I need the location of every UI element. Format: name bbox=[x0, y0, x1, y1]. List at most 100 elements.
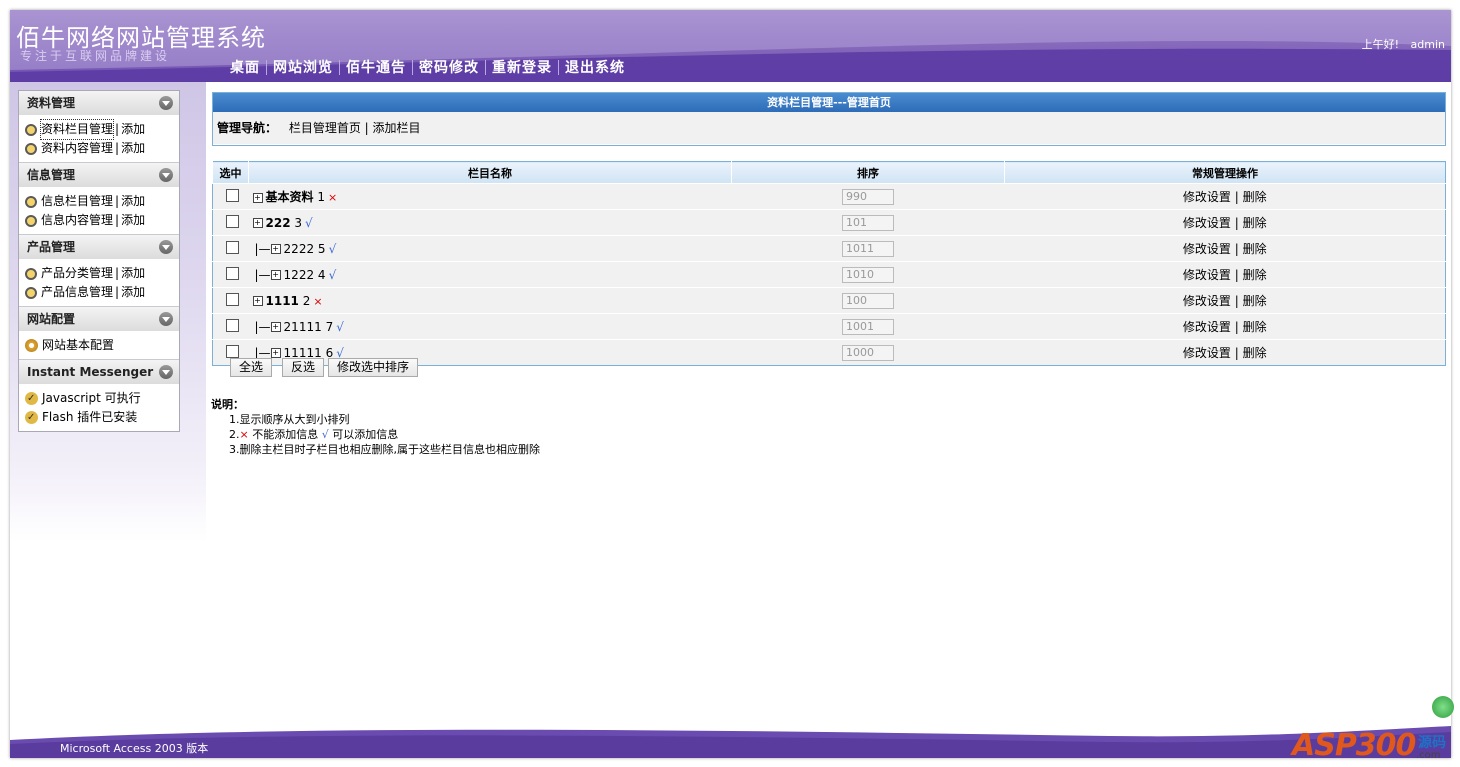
section-body: 产品分类管理 | 添加 产品信息管理 | 添加 bbox=[19, 259, 179, 306]
add-category-link[interactable]: 添加栏目 bbox=[373, 121, 421, 135]
nav-desktop[interactable]: 桌面 bbox=[224, 57, 266, 77]
row-checkbox[interactable] bbox=[226, 214, 239, 228]
row-checkbox[interactable] bbox=[226, 266, 239, 280]
delete-link[interactable]: 删除 bbox=[1243, 190, 1267, 204]
col-ops: 常规管理操作 bbox=[1004, 161, 1446, 184]
nav-change-password[interactable]: 密码修改 bbox=[413, 57, 485, 77]
expand-icon[interactable]: + bbox=[270, 244, 281, 254]
delete-link[interactable]: 删除 bbox=[1243, 294, 1267, 308]
site-config-link[interactable]: 网站基本配置 bbox=[42, 336, 114, 355]
expand-icon[interactable]: + bbox=[270, 348, 281, 358]
table-header: 选中 栏目名称 排序 常规管理操作 bbox=[212, 161, 1446, 184]
ops-cell: 修改设置 | 删除 bbox=[1004, 209, 1446, 236]
table-row: |— +2222 5 √ 1011 修改设置 | 删除 bbox=[212, 235, 1446, 262]
select-all-button[interactable]: 全选 bbox=[230, 358, 273, 377]
order-input[interactable]: 1001 bbox=[842, 318, 894, 335]
sidebar-item-site-config: 网站基本配置 bbox=[25, 336, 179, 355]
expand-icon[interactable]: + bbox=[252, 296, 263, 306]
sidebar-section-info[interactable]: 信息管理 bbox=[19, 162, 179, 187]
row-checkbox[interactable] bbox=[226, 188, 239, 202]
delete-link[interactable]: 删除 bbox=[1243, 242, 1267, 256]
expand-icon[interactable]: + bbox=[270, 270, 281, 280]
collapse-icon[interactable] bbox=[159, 96, 173, 110]
edit-link[interactable]: 修改设置 bbox=[1183, 268, 1231, 282]
section-title: 资料管理 bbox=[27, 96, 76, 110]
watermark-logo: ASP300 bbox=[1292, 728, 1416, 763]
order-input[interactable]: 100 bbox=[842, 292, 894, 309]
check-icon bbox=[25, 389, 38, 408]
section-body: 资料栏目管理 | 添加 资料内容管理 | 添加 bbox=[19, 115, 179, 162]
permission-mark: √ bbox=[328, 267, 337, 282]
invert-selection-button[interactable]: 反选 bbox=[282, 358, 325, 377]
nav-announcements[interactable]: 佰牛通告 bbox=[340, 57, 412, 77]
edit-link[interactable]: 修改设置 bbox=[1183, 346, 1231, 360]
edit-link[interactable]: 修改设置 bbox=[1183, 216, 1231, 230]
collapse-icon[interactable] bbox=[159, 365, 173, 379]
info-category-link[interactable]: 信息栏目管理 bbox=[41, 192, 113, 211]
breadcrumb: 管理导航： 栏目管理首页 | 添加栏目 bbox=[213, 112, 1445, 144]
nav-logout[interactable]: 退出系统 bbox=[559, 57, 631, 77]
notes-title: 说明： bbox=[211, 398, 244, 411]
data-content-add-link[interactable]: 添加 bbox=[121, 139, 145, 158]
delete-link[interactable]: 删除 bbox=[1243, 216, 1267, 230]
row-checkbox[interactable] bbox=[226, 240, 239, 254]
order-input[interactable]: 1011 bbox=[842, 240, 894, 257]
table-row: |— +21111 7 √ 1001 修改设置 | 删除 bbox=[212, 313, 1446, 340]
info-content-add-link[interactable]: 添加 bbox=[121, 211, 145, 230]
delete-link[interactable]: 删除 bbox=[1243, 320, 1267, 334]
order-input[interactable]: 1000 bbox=[842, 344, 894, 361]
ops-cell: 修改设置 | 删除 bbox=[1004, 339, 1446, 366]
update-order-button[interactable]: 修改选中排序 bbox=[328, 358, 419, 377]
expand-icon[interactable]: + bbox=[252, 218, 263, 228]
permission-mark: √ bbox=[336, 319, 344, 334]
delete-link[interactable]: 删除 bbox=[1243, 268, 1267, 282]
sidebar-section-product[interactable]: 产品管理 bbox=[19, 234, 179, 259]
collapse-icon[interactable] bbox=[159, 168, 173, 182]
edit-link[interactable]: 修改设置 bbox=[1183, 320, 1231, 334]
expand-icon[interactable]: + bbox=[252, 192, 263, 203]
product-category-link[interactable]: 产品分类管理 bbox=[41, 264, 113, 283]
edit-link[interactable]: 修改设置 bbox=[1183, 242, 1231, 256]
order-input[interactable]: 101 bbox=[842, 214, 894, 231]
edit-link[interactable]: 修改设置 bbox=[1183, 190, 1231, 204]
check-icon bbox=[25, 408, 38, 427]
row-checkbox[interactable] bbox=[226, 292, 239, 306]
order-input[interactable]: 990 bbox=[842, 188, 894, 205]
sidebar-section-data[interactable]: 资料管理 bbox=[19, 91, 179, 115]
data-category-link[interactable]: 资料栏目管理 bbox=[39, 119, 115, 140]
product-info-add-link[interactable]: 添加 bbox=[121, 283, 145, 302]
data-content-link[interactable]: 资料内容管理 bbox=[41, 139, 113, 158]
name-cell: + 基本资料 1 × bbox=[248, 183, 732, 210]
category-name: 21111 bbox=[283, 319, 322, 334]
row-checkbox[interactable] bbox=[226, 318, 239, 332]
sidebar-item-info-category: 信息栏目管理 | 添加 bbox=[25, 192, 179, 211]
category-id: 5 bbox=[317, 241, 326, 256]
data-category-add-link[interactable]: 添加 bbox=[121, 120, 145, 139]
delete-link[interactable]: 删除 bbox=[1243, 346, 1267, 360]
sidebar-section-config[interactable]: 网站配置 bbox=[19, 306, 179, 331]
nav-relogin[interactable]: 重新登录 bbox=[486, 57, 558, 77]
info-content-link[interactable]: 信息内容管理 bbox=[41, 211, 113, 230]
product-category-add-link[interactable]: 添加 bbox=[121, 264, 145, 283]
edit-link[interactable]: 修改设置 bbox=[1183, 294, 1231, 308]
col-order: 排序 bbox=[731, 161, 1005, 184]
sidebar-section-im[interactable]: Instant Messenger bbox=[19, 359, 179, 384]
sidebar: 资料管理 资料栏目管理 | 添加 资料内容管理 | 添加 信息管理 信息栏目管理 | 添加 … bbox=[18, 90, 180, 432]
category-name: 1222 bbox=[283, 267, 315, 282]
collapse-icon[interactable] bbox=[159, 240, 173, 254]
collapse-icon[interactable] bbox=[159, 312, 173, 326]
tree-prefix: |— bbox=[254, 319, 271, 334]
category-home-link[interactable]: 栏目管理首页 bbox=[289, 121, 361, 135]
action-buttons: 全选 反选 修改选中排序 bbox=[230, 358, 419, 377]
order-input[interactable]: 1010 bbox=[842, 266, 894, 283]
expand-icon[interactable]: + bbox=[270, 322, 281, 332]
nav-browse-site[interactable]: 网站浏览 bbox=[267, 57, 339, 77]
col-name: 栏目名称 bbox=[248, 161, 732, 184]
category-id: 1 bbox=[317, 190, 325, 204]
name-cell: +222 3 √ bbox=[248, 209, 732, 236]
row-checkbox[interactable] bbox=[226, 344, 239, 358]
section-body: 网站基本配置 bbox=[19, 331, 179, 359]
note-line: 3.删除主栏目时子栏目也相应删除,属于这些栏目信息也相应删除 bbox=[229, 443, 540, 456]
product-info-link[interactable]: 产品信息管理 bbox=[41, 283, 113, 302]
info-category-add-link[interactable]: 添加 bbox=[121, 192, 145, 211]
